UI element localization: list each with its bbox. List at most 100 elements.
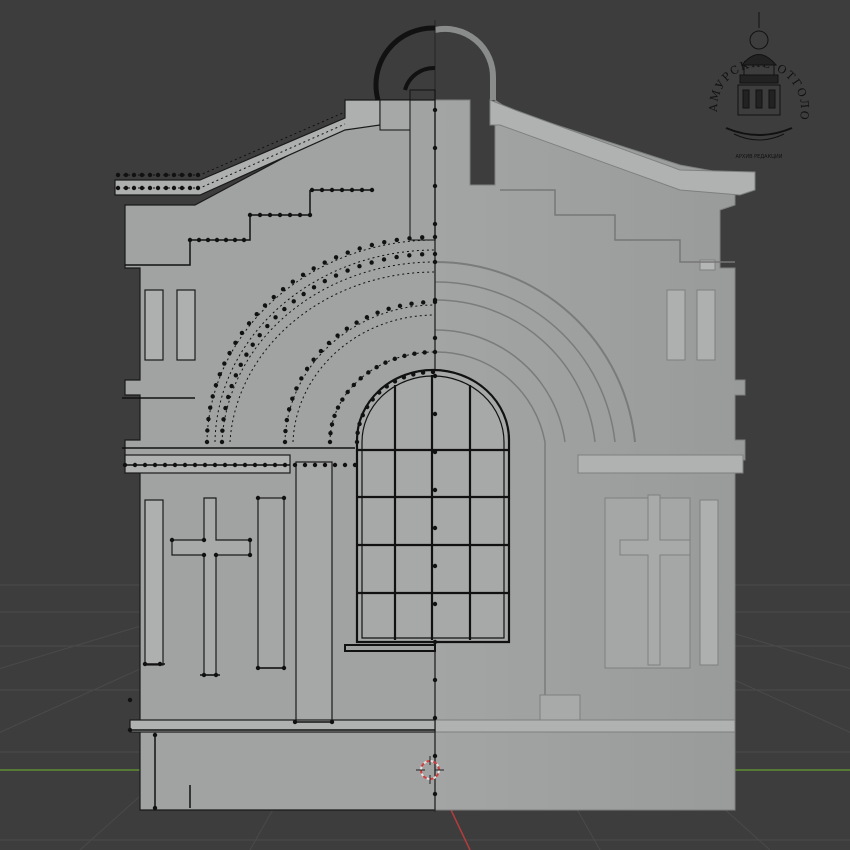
vertex-dot xyxy=(282,439,288,445)
vertex-dot xyxy=(386,306,391,312)
vertex-dot xyxy=(300,272,306,278)
vertex-dot xyxy=(123,172,129,178)
vertex-dot xyxy=(257,333,262,338)
vertex-dot xyxy=(115,185,121,191)
vertex-dot xyxy=(179,172,185,178)
vertex-dot xyxy=(163,172,169,178)
vertex-dot xyxy=(201,537,207,543)
vertex-dot xyxy=(329,422,335,427)
vertex-dot xyxy=(328,430,333,436)
vertex-dot xyxy=(155,172,161,178)
vertex-dot xyxy=(322,260,327,265)
vertex-dot xyxy=(432,259,438,265)
vertex-dot xyxy=(432,335,438,341)
vertex-dot xyxy=(432,349,438,355)
vertex-dot xyxy=(420,370,426,375)
vertex-dot xyxy=(221,417,226,422)
vertex-dot xyxy=(432,487,438,493)
vertex-dot xyxy=(155,185,161,191)
vertex-dot xyxy=(291,299,296,304)
vertex-dot xyxy=(432,411,438,417)
vertex-dot xyxy=(345,250,350,255)
vertex-dot xyxy=(301,291,306,297)
vertex-dot xyxy=(402,353,407,359)
vertex-dot xyxy=(370,397,375,402)
vertex-dot xyxy=(355,430,360,436)
vertex-dot xyxy=(374,364,379,370)
vertex-dot xyxy=(238,362,243,368)
vertex-dot xyxy=(223,405,228,411)
vertex-dot xyxy=(335,405,341,410)
vertex-dot xyxy=(322,462,328,468)
vertex-dot xyxy=(290,396,295,401)
vertex-dot xyxy=(322,278,328,284)
vertex-dot xyxy=(333,273,339,278)
vertex-dot xyxy=(364,404,370,410)
vertex-dot xyxy=(281,495,287,501)
vertex-dot xyxy=(342,462,348,468)
vertex-dot xyxy=(369,260,374,265)
vertex-dot xyxy=(352,462,358,468)
vertex-dot xyxy=(432,715,438,721)
vertex-dot xyxy=(392,379,398,384)
vertex-dot xyxy=(412,351,417,356)
vertex-dot xyxy=(213,383,219,388)
vertex-dot xyxy=(163,185,169,191)
vertex-dot xyxy=(220,428,225,433)
vertex-dot xyxy=(171,172,177,178)
vertex-dot xyxy=(357,246,362,251)
vertex-dot xyxy=(280,286,286,292)
vertex-dot xyxy=(340,397,345,402)
vertex-dot xyxy=(205,428,210,433)
vertex-dot xyxy=(282,306,287,312)
vertex-dot xyxy=(432,525,438,531)
vertex-dot xyxy=(247,537,253,543)
vertex-dot xyxy=(265,323,270,329)
vertex-dot xyxy=(195,185,201,191)
building-emblem-icon: АМУРСКИЕ ОТГОЛОСКИ АРХИВ РЕДАКЦИИ xyxy=(706,10,810,160)
vertex-dot xyxy=(283,428,288,434)
vertex-dot xyxy=(411,372,416,377)
vertex-dot xyxy=(187,185,193,191)
vertex-dot xyxy=(169,537,175,543)
vertex-dot xyxy=(345,389,350,395)
vertex-dot xyxy=(419,252,425,257)
vertex-dot xyxy=(311,357,316,362)
vertex-dot xyxy=(351,382,357,388)
vertex-dot xyxy=(219,439,225,445)
vertex-dot xyxy=(262,303,268,308)
vertex-dot xyxy=(233,373,239,378)
vertex-dot xyxy=(187,172,193,178)
vertex-dot xyxy=(127,697,133,703)
vertex-dot xyxy=(420,235,425,240)
vertex-dot xyxy=(139,172,145,178)
vertex-dot xyxy=(422,350,427,355)
vertex-dot xyxy=(147,172,153,178)
vertex-dot xyxy=(345,268,350,273)
vertex-dot xyxy=(432,791,438,797)
vertex-dot xyxy=(147,185,153,191)
vertex-dot xyxy=(139,185,145,191)
vertex-dot xyxy=(432,251,438,257)
vertex-dot xyxy=(377,390,382,395)
vertex-dot xyxy=(432,297,438,303)
vertex-dot xyxy=(222,361,227,366)
vertex-dot xyxy=(326,340,332,346)
vertex-dot xyxy=(246,321,252,326)
vertex-dot xyxy=(397,303,403,309)
vertex-dot xyxy=(392,356,398,362)
vertex-dot xyxy=(432,449,438,455)
vertex-dot xyxy=(358,376,363,381)
vertex-dot xyxy=(271,294,276,300)
vertex-dot xyxy=(206,416,211,422)
vertex-dot xyxy=(394,254,399,260)
vertex-dot xyxy=(210,394,215,399)
vertex-dot xyxy=(304,366,310,372)
vertex-dot xyxy=(318,348,324,354)
vertex-dot xyxy=(357,264,362,269)
vertex-dot xyxy=(171,185,177,191)
vertex-dot xyxy=(123,185,129,191)
vertex-dot xyxy=(131,172,137,178)
vertex-dot xyxy=(115,172,121,178)
vertex-dot xyxy=(254,311,259,317)
